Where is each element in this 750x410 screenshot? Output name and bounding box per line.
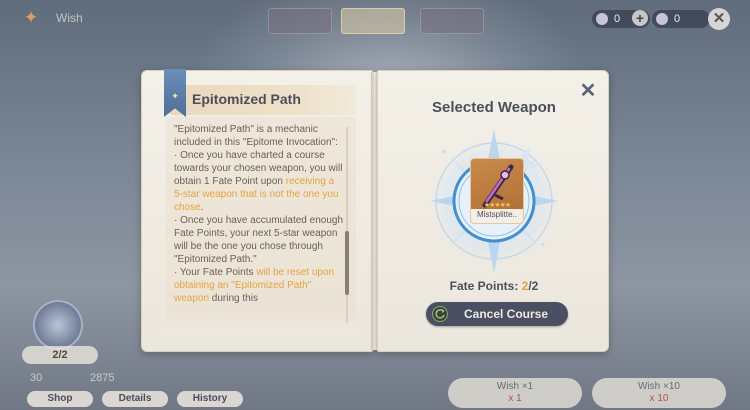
stardust-count: 2875 [90, 372, 115, 384]
panel-title: Epitomized Path [192, 91, 301, 107]
svg-text:✦: ✦ [540, 241, 546, 249]
wish-ten-cost: x 10 [649, 393, 669, 404]
banner-tab-character-1[interactable] [268, 8, 332, 34]
wish-ten-button[interactable]: Wish ×10 x 10 [592, 378, 726, 408]
close-icon[interactable]: ✕ [578, 81, 598, 101]
weapon-card[interactable]: ★★★★★ Mistsplitte.. [470, 158, 524, 224]
description-paragraph: · Your Fate Points will be reset upon ob… [174, 266, 344, 305]
description-paragraph: "Epitomized Path" is a mechanic included… [174, 123, 344, 149]
fate-points: Fate Points: 2/2 [378, 279, 610, 293]
scrollbar-thumb[interactable] [345, 231, 349, 295]
cancel-course-button[interactable]: Cancel Course [426, 302, 568, 326]
primogem-counter: 0 [652, 10, 710, 28]
banner-tab-character-2[interactable] [420, 8, 484, 34]
primogem-icon [656, 13, 668, 25]
wish-star-icon: ✦ [23, 8, 39, 27]
bookmark-star-icon: ✦ [171, 91, 179, 101]
primogem-value: 0 [674, 13, 681, 25]
acquaint-fate-icon [596, 13, 608, 25]
selected-weapon-title: Selected Weapon [432, 99, 556, 116]
body-text: · Once you have accumulated enough Fate … [174, 215, 343, 265]
history-button[interactable]: History [177, 391, 243, 407]
acquaint-fate-value: 0 [614, 13, 621, 25]
add-primogem-icon[interactable]: + [632, 10, 648, 26]
description-paragraph: · Once you have accumulated enough Fate … [174, 214, 344, 266]
description-paragraph: · Once you have charted a course towards… [174, 149, 344, 214]
description-box[interactable]: "Epitomized Path" is a mechanic included… [166, 117, 356, 335]
wish-once-button[interactable]: Wish ×1 x 1 [448, 378, 582, 408]
cancel-course-label: Cancel Course [463, 307, 549, 321]
body-text: during this [209, 293, 258, 304]
svg-text:✦: ✦ [440, 148, 448, 158]
wish-once-label: Wish ×1 [496, 381, 534, 392]
cancel-icon [432, 306, 448, 322]
weapon-name-bar: Mistsplitte.. [471, 209, 523, 223]
left-page: Epitomized Path ✦ "Epitomized Path" is a… [141, 69, 373, 352]
epitomized-path-avatar[interactable] [33, 300, 83, 350]
right-page: Selected Weapon ✕ ✦ ✦ ★★★★★ Mistsplitte.… [377, 70, 609, 352]
title-bar: Epitomized Path [170, 85, 356, 115]
weapon-name: Mistsplitte.. [476, 210, 517, 219]
body-text: "Epitomized Path" is a mechanic included… [174, 124, 338, 148]
body-text: · Your Fate Points [174, 267, 257, 278]
shop-button[interactable]: Shop [27, 391, 93, 407]
wish-title: Wish [56, 11, 83, 25]
wish-once-cost: x 1 [508, 393, 522, 404]
body-text: . [200, 202, 204, 213]
starglitter-count: 30 [30, 372, 43, 384]
top-bar: ✦ Wish 0 + 0 ✕ [0, 0, 750, 38]
wish-ten-label: Wish ×10 [638, 381, 680, 392]
fate-points-label: Fate Points: [449, 279, 522, 293]
details-button[interactable]: Details [102, 391, 168, 407]
description-text: "Epitomized Path" is a mechanic included… [174, 123, 344, 305]
close-icon[interactable]: ✕ [708, 8, 730, 30]
fate-count-badge: 2/2 [22, 346, 98, 364]
fate-points-max: /2 [528, 279, 539, 293]
banner-tab-weapon[interactable] [341, 8, 405, 34]
epitomized-path-dialog: Epitomized Path ✦ "Epitomized Path" is a… [141, 69, 609, 352]
description-fade [166, 317, 356, 335]
